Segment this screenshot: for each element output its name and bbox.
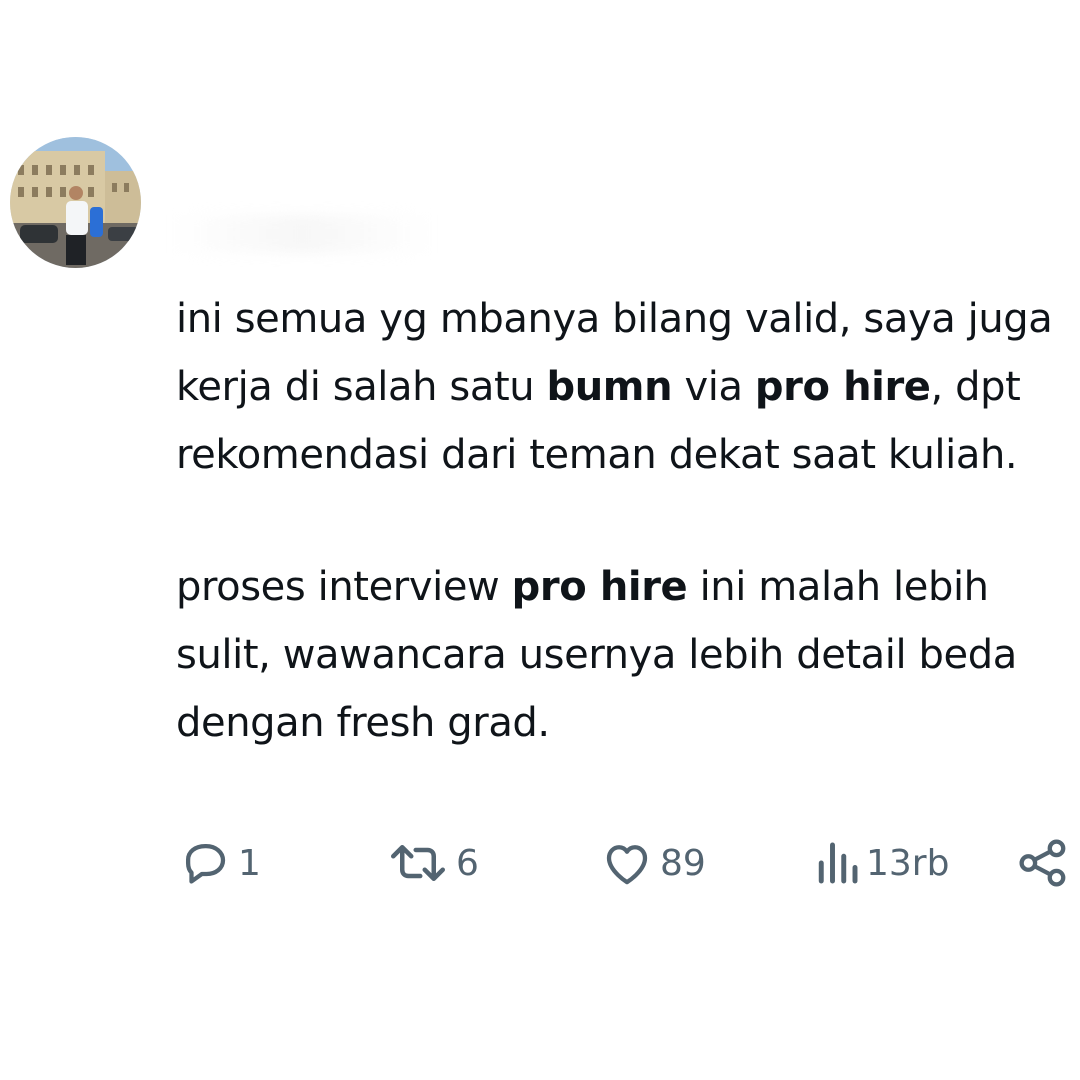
bold-text: bumn xyxy=(546,364,673,410)
heart-icon xyxy=(606,845,648,885)
tweet-actions-bar: 1 6 89 13rb xyxy=(178,833,1070,893)
tweet-paragraph-1: ini semua yg mbanya bilang valid, saya j… xyxy=(176,296,1053,478)
tweet-text: ini semua yg mbanya bilang valid, saya j… xyxy=(176,285,1076,757)
reply-icon xyxy=(185,843,226,884)
views-button[interactable]: 13rb xyxy=(814,833,949,893)
reply-count: 1 xyxy=(238,842,261,884)
views-icon xyxy=(818,842,858,884)
reply-button[interactable]: 1 xyxy=(178,833,261,893)
bold-text: pro hire xyxy=(511,564,688,610)
retweet-button[interactable]: 6 xyxy=(386,833,479,893)
user-name-blurred xyxy=(172,215,432,253)
retweet-count: 6 xyxy=(456,842,479,884)
user-avatar[interactable] xyxy=(10,137,141,268)
retweet-icon xyxy=(391,845,445,881)
bold-text: pro hire xyxy=(754,364,931,410)
views-count: 13rb xyxy=(866,842,950,884)
like-count: 89 xyxy=(660,842,706,884)
tweet-paragraph-2: proses interview pro hire ini malah lebi… xyxy=(176,564,1017,746)
share-icon xyxy=(1019,839,1066,887)
like-button[interactable]: 89 xyxy=(600,833,706,893)
avatar-photo xyxy=(10,137,141,268)
share-button[interactable] xyxy=(1016,833,1070,893)
